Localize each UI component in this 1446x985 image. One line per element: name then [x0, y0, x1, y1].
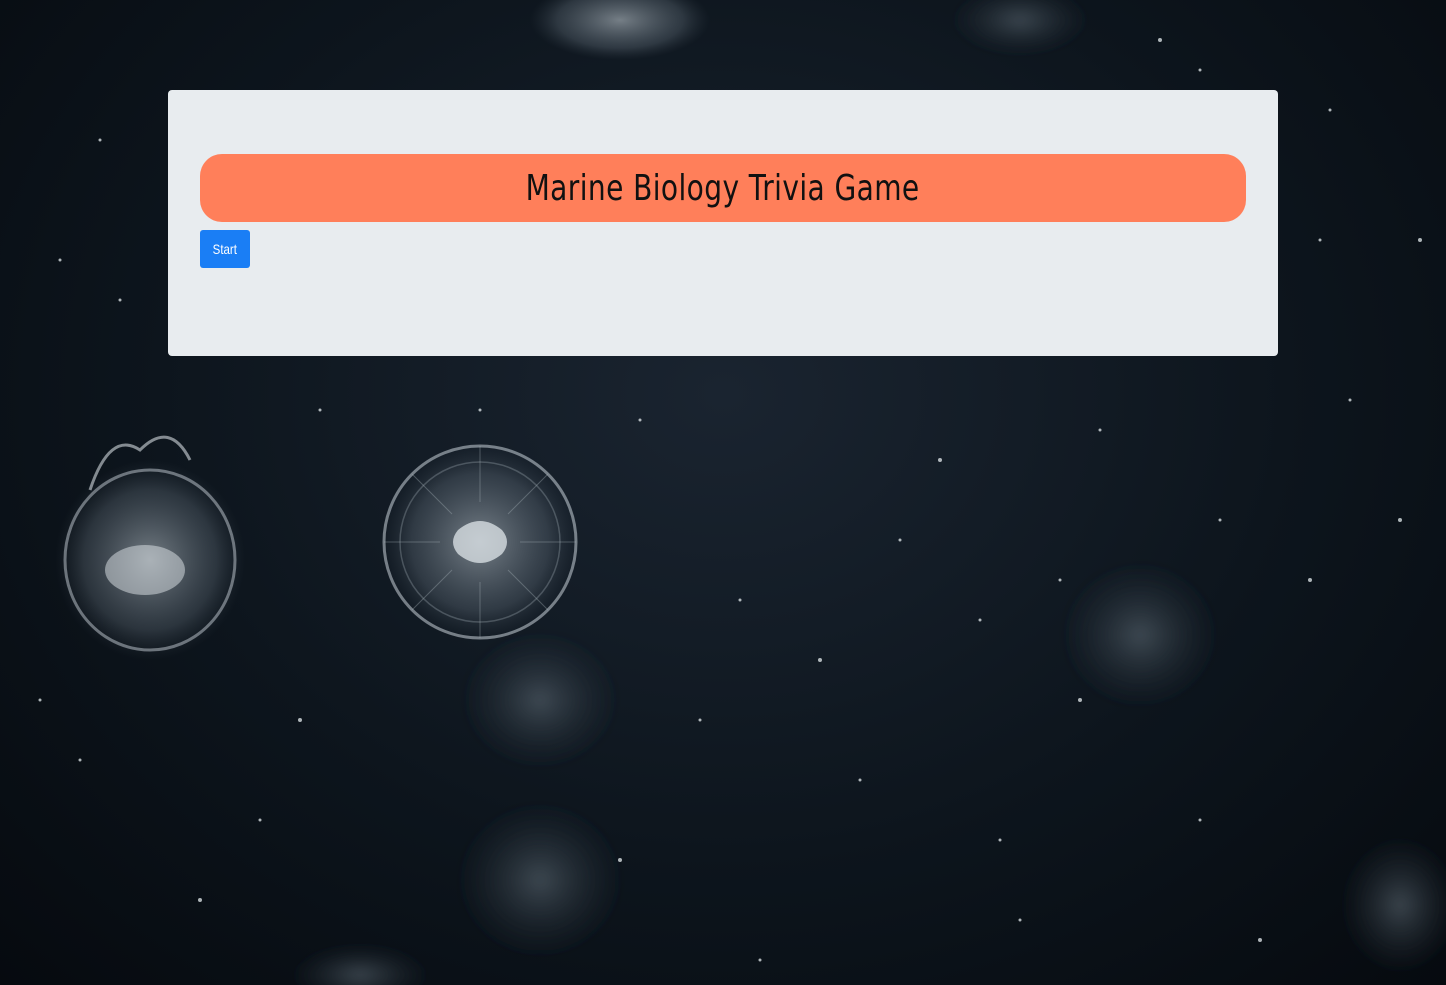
start-button[interactable]: Start	[200, 230, 250, 268]
start-button-label: Start	[212, 241, 238, 257]
page-title: Marine Biology Trivia Game	[525, 167, 921, 209]
game-panel: Marine Biology Trivia Game Start	[168, 90, 1278, 356]
title-banner: Marine Biology Trivia Game	[200, 154, 1246, 222]
